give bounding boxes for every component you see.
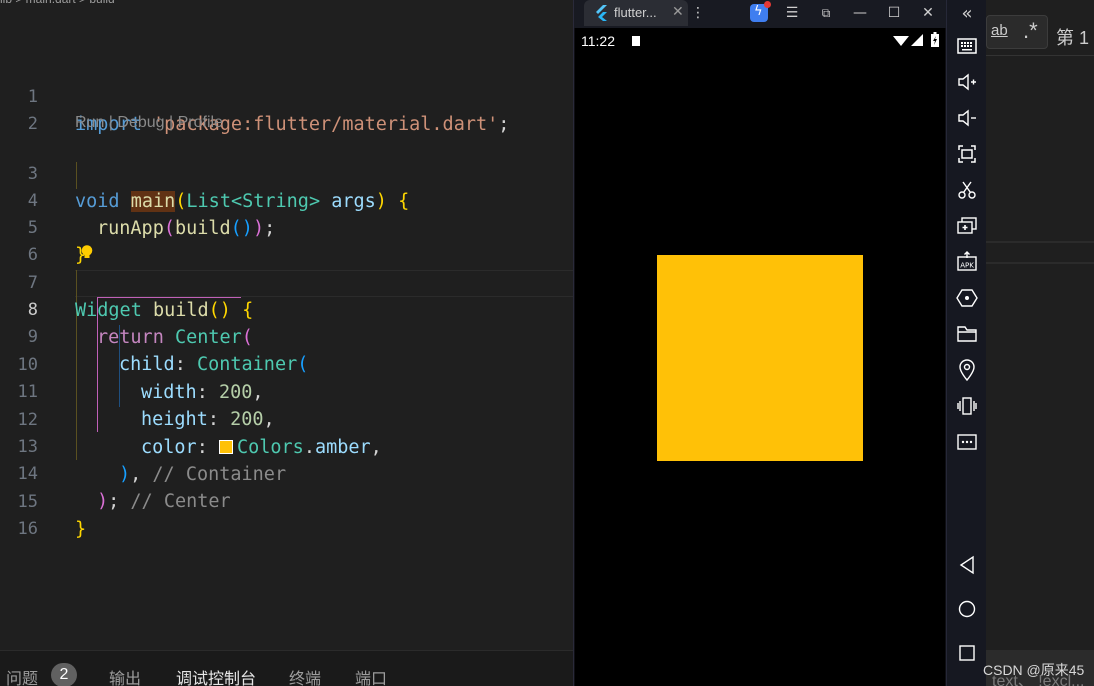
location-button[interactable]	[955, 358, 979, 382]
folder-button[interactable]	[955, 322, 979, 346]
home-circle-icon	[958, 600, 976, 618]
keyboard-icon	[957, 38, 977, 54]
code-line-3[interactable]: 3 void main(List<String> args) {	[0, 134, 573, 212]
multi-window-icon	[957, 217, 977, 234]
code-editor[interactable]: lib > main.dart > build 1 import 'packag…	[0, 0, 573, 650]
divider	[986, 55, 1094, 56]
maximize-icon[interactable]: ☐	[882, 2, 906, 24]
vibrate-button[interactable]	[955, 394, 979, 418]
problems-count-badge: 2	[51, 663, 77, 686]
right-editor-sliver: ab .* 第 1 text、 !excl... CSDN @原来45	[983, 0, 1094, 686]
watermark: CSDN @原来45	[983, 662, 1085, 678]
keyboard-button[interactable]	[955, 34, 979, 58]
notification-dot	[764, 1, 771, 8]
emulator-tab[interactable]: flutter... ✕	[584, 0, 688, 26]
location-pin-icon	[959, 359, 975, 382]
back-triangle-icon	[959, 555, 974, 575]
tab-problems[interactable]: 问题	[6, 665, 38, 686]
app-logo-button[interactable]: ϟ	[750, 1, 771, 22]
code-line-4[interactable]: 4 runApp(build());	[0, 161, 573, 239]
more-horizontal-icon	[957, 434, 977, 450]
settings-button[interactable]	[955, 286, 979, 310]
volume-down-button[interactable]	[955, 106, 979, 130]
emulator-window: flutter... ✕ ⋮ ϟ ☰ ⧉ — ☐ ✕ 11:22	[573, 0, 947, 686]
collapse-panel-icon[interactable]: «	[955, 2, 979, 26]
overview-button[interactable]	[955, 641, 979, 665]
overview-square-icon	[959, 645, 975, 661]
scissors-icon	[958, 181, 976, 199]
status-bar: 11:22	[575, 28, 945, 54]
volume-down-icon	[958, 109, 976, 127]
find-options: ab .*	[986, 15, 1048, 49]
lightbulb-icon[interactable]	[81, 245, 93, 259]
code-line-6[interactable]: 6	[0, 215, 573, 265]
tab-output[interactable]: 输出	[109, 665, 141, 686]
notification-icon	[632, 36, 640, 46]
volume-up-icon	[958, 73, 976, 91]
codelens-run-debug-profile[interactable]: Run | Debug | Profile	[75, 114, 223, 132]
code-line-5[interactable]: 5 }	[0, 188, 573, 266]
back-button[interactable]	[955, 553, 979, 577]
line-number: 16	[17, 519, 38, 539]
wifi-icon	[893, 36, 909, 46]
status-time: 11:22	[581, 33, 615, 49]
cut-button[interactable]	[955, 178, 979, 202]
breadcrumb[interactable]: lib > main.dart > build	[0, 0, 115, 6]
screenshot-button[interactable]	[955, 142, 979, 166]
signal-icon	[911, 34, 923, 46]
multi-window-button[interactable]	[955, 214, 979, 238]
screenshot-icon	[958, 145, 976, 163]
regex-icon[interactable]: .*	[1023, 18, 1038, 44]
tab-terminal[interactable]: 终端	[289, 665, 321, 686]
emulator-titlebar: flutter... ✕ ⋮ ϟ ☰ ⧉ — ☐ ✕	[574, 0, 947, 28]
more-button[interactable]	[955, 430, 979, 454]
close-window-icon[interactable]: ✕	[916, 2, 940, 24]
code-line-2[interactable]: 2	[0, 84, 573, 134]
close-tab-icon[interactable]: ✕	[672, 3, 684, 20]
phone-screen[interactable]: 11:22	[575, 28, 945, 686]
divider	[986, 241, 1094, 243]
find-result-count: 第 1	[1056, 28, 1090, 48]
emulator-side-toolbar: « APK	[946, 0, 986, 686]
code-line-11[interactable]: 11 height: 200,	[0, 352, 573, 430]
home-button[interactable]	[955, 597, 979, 621]
svg-text:APK: APK	[960, 262, 974, 270]
tab-ports[interactable]: 端口	[355, 665, 387, 686]
code-line-10[interactable]: 10 width: 200,	[0, 325, 573, 403]
divider	[986, 262, 1094, 264]
tab-debug-console[interactable]: 调试控制台	[176, 665, 256, 686]
code-line-9[interactable]: 9 child: Container(	[0, 297, 573, 375]
minimize-to-corner-icon[interactable]: ⧉	[814, 2, 838, 24]
code-line-8[interactable]: 8 return Center(	[0, 270, 573, 348]
flutter-logo-icon	[596, 5, 607, 21]
emulator-tab-title: flutter...	[614, 5, 657, 20]
lightning-icon: ϟ	[754, 4, 763, 19]
menu-icon[interactable]: ☰	[780, 2, 804, 24]
code-line-15[interactable]: 15 }	[0, 462, 573, 540]
code-line-13[interactable]: 13 ), // Container	[0, 407, 573, 485]
install-apk-button[interactable]: APK	[955, 250, 979, 274]
folder-icon	[957, 326, 977, 342]
code-line-12[interactable]: 12 color: Colors.amber,	[0, 380, 573, 458]
battery-icon	[931, 32, 939, 47]
match-whole-word-icon[interactable]: ab	[991, 22, 1008, 39]
apk-icon: APK	[957, 251, 977, 271]
amber-container	[657, 255, 863, 461]
code-line-16[interactable]: 16	[0, 489, 573, 539]
more-vertical-icon[interactable]: ⋮	[686, 2, 710, 24]
punct: ;	[498, 114, 510, 135]
hexagon-settings-icon	[956, 289, 978, 307]
code-line-1[interactable]: 1 import 'package:flutter/material.dart'…	[0, 57, 573, 135]
bottom-panel-tabs: 问题 2 输出 调试控制台 终端 端口	[0, 650, 573, 686]
vibrate-icon	[957, 397, 977, 415]
minimize-icon[interactable]: —	[848, 2, 872, 24]
code-line-14[interactable]: 14 ); // Center	[0, 434, 573, 512]
volume-up-button[interactable]	[955, 70, 979, 94]
bracket: }	[75, 519, 87, 540]
